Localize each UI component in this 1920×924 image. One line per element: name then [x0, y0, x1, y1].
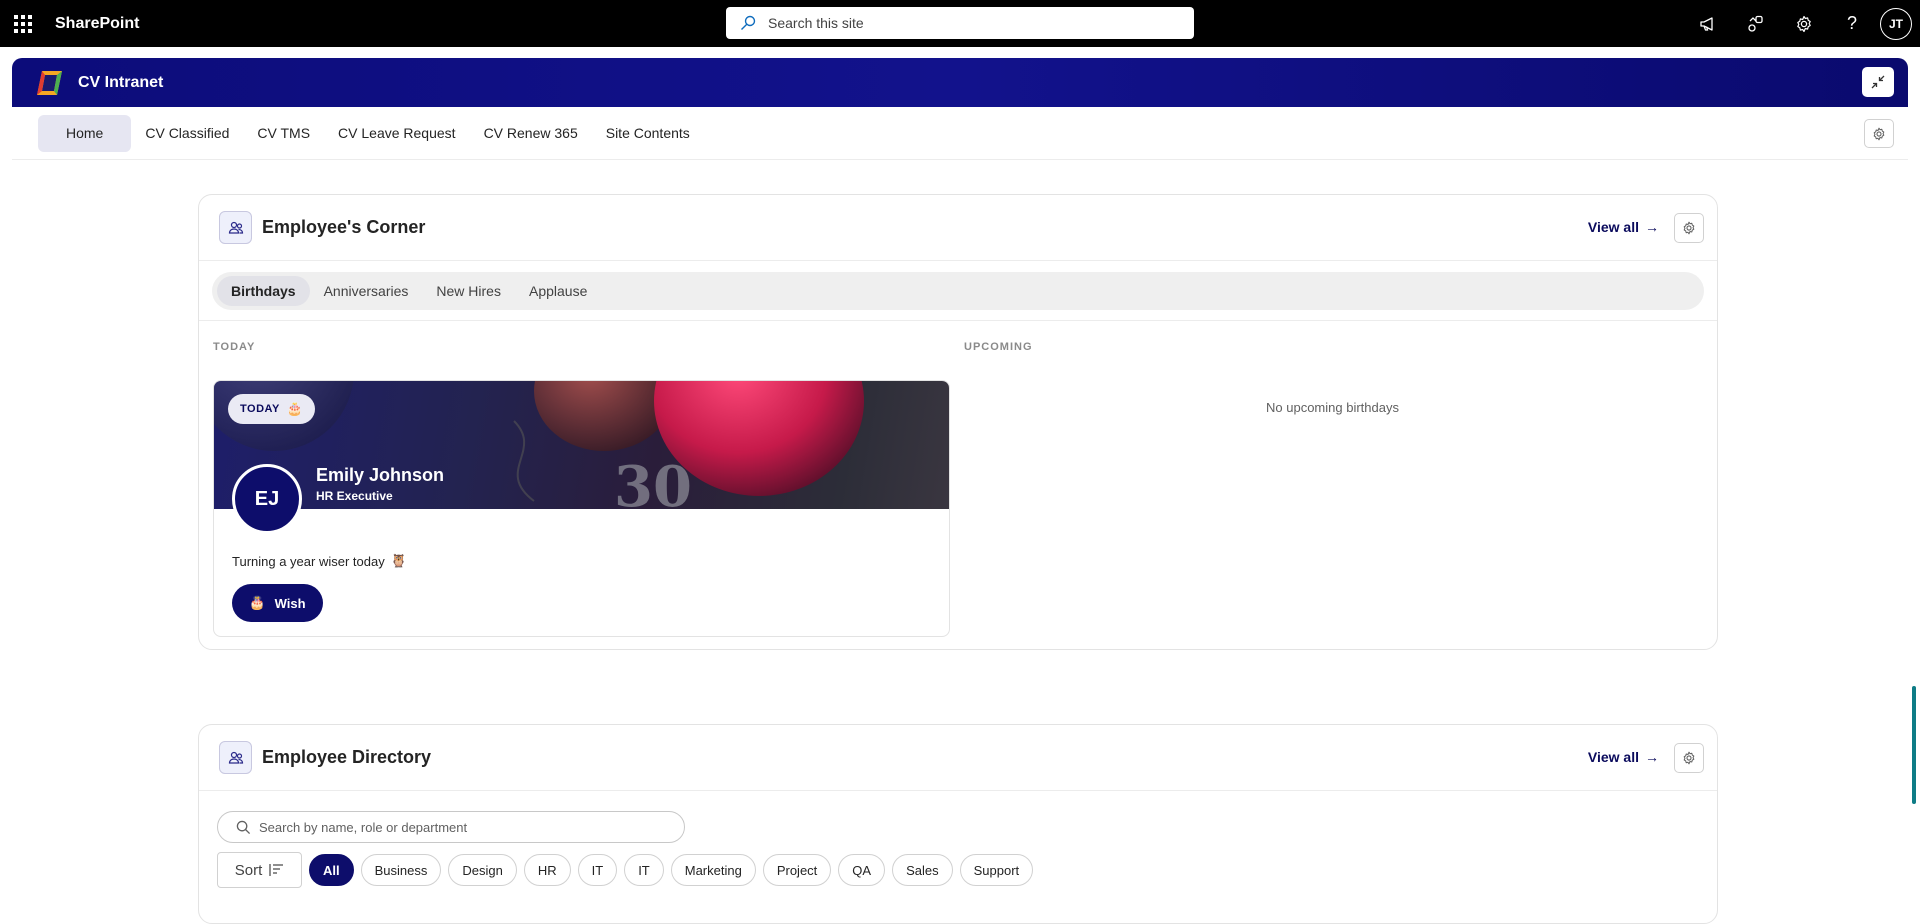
department-filters: Sort All Business Design HR IT IT Market… — [217, 852, 1034, 888]
filter-chip-design[interactable]: Design — [448, 854, 517, 886]
wish-label: Wish — [274, 595, 306, 611]
filter-chip-it[interactable]: IT — [577, 854, 618, 886]
wish-button[interactable]: 🎂 Wish — [232, 584, 323, 622]
arrow-right-icon: → — [1645, 219, 1659, 235]
filter-chip-marketing[interactable]: Marketing — [670, 854, 756, 886]
card-settings-button[interactable] — [1674, 743, 1704, 773]
nav-item-cv-classified[interactable]: CV Classified — [131, 115, 243, 152]
filter-chip-project[interactable]: Project — [762, 854, 832, 886]
nav-item-home[interactable]: Home — [38, 114, 132, 152]
site-navigation: Home CV Classified CV TMS CV Leave Reque… — [12, 107, 1908, 160]
search-placeholder: Search this site — [768, 15, 864, 31]
cake-icon: 🎂 — [286, 401, 304, 416]
filter-chip-all[interactable]: All — [309, 854, 354, 886]
employee-avatar[interactable]: EJ — [232, 464, 302, 534]
card-settings-button[interactable] — [1674, 213, 1704, 243]
settings-button[interactable] — [1780, 0, 1828, 47]
nav-item-site-contents[interactable]: Site Contents — [592, 115, 704, 152]
suite-bar: SharePoint Search this site ? JT — [0, 0, 1920, 47]
employee-role: HR Executive — [316, 489, 393, 503]
app-connect-button[interactable] — [1732, 0, 1780, 47]
tab-birthdays[interactable]: Birthdays — [217, 276, 310, 306]
filter-chip-hr[interactable]: HR — [523, 854, 571, 886]
view-all-link[interactable]: View all → — [1588, 749, 1659, 765]
site-header: CV Intranet — [12, 58, 1908, 107]
people-icon — [219, 741, 252, 774]
nav-item-cv-leave-request[interactable]: CV Leave Request — [324, 115, 470, 152]
card-title: Employee Directory — [262, 747, 432, 767]
waffle-icon — [14, 14, 32, 33]
sort-icon — [269, 864, 284, 876]
today-section-label: TODAY — [213, 341, 256, 353]
view-all-label: View all — [1587, 219, 1639, 235]
cake-icon: 🎂 — [249, 595, 266, 610]
arrow-right-icon: → — [1645, 749, 1659, 765]
no-upcoming-message: No upcoming birthdays — [1266, 400, 1399, 415]
tab-applause[interactable]: Applause — [515, 276, 601, 306]
site-search-box[interactable]: Search this site — [726, 7, 1194, 39]
site-logo[interactable] — [36, 69, 64, 97]
birthday-card: 30 TODAY 🎂 EJ Emily Johnson HR Executive… — [213, 380, 950, 637]
gear-icon — [1873, 127, 1885, 140]
question-mark-icon: ? — [1846, 13, 1857, 33]
card-header: Employee Directory View all → — [199, 725, 1717, 791]
filter-chip-sales[interactable]: Sales — [892, 854, 953, 886]
app-launcher-button[interactable] — [0, 0, 46, 47]
directory-search-input[interactable]: Search by name, role or department — [217, 811, 685, 843]
page-scrollbar[interactable] — [1912, 686, 1916, 804]
share-nodes-icon — [1748, 15, 1763, 32]
owl-icon: 🦉 — [390, 553, 407, 568]
app-name[interactable]: SharePoint — [55, 15, 139, 33]
megaphone-icon — [1700, 16, 1713, 31]
today-badge-label: TODAY — [240, 403, 280, 415]
filter-chip-support[interactable]: Support — [959, 854, 1034, 886]
card-title: Employee's Corner — [262, 217, 426, 237]
tab-anniversaries[interactable]: Anniversaries — [310, 276, 423, 306]
site-title[interactable]: CV Intranet — [78, 74, 163, 92]
upcoming-section-label: UPCOMING — [964, 341, 1033, 353]
nav-item-cv-tms[interactable]: CV TMS — [243, 115, 324, 152]
svg-text:30: 30 — [614, 454, 692, 509]
birthday-message-text: Turning a year wiser today — [232, 553, 385, 569]
view-all-label: View all — [1587, 749, 1639, 765]
search-icon — [236, 820, 251, 834]
card-header: Employee's Corner View all → — [199, 195, 1717, 261]
employee-name[interactable]: Emily Johnson — [316, 465, 444, 486]
gear-icon — [1683, 751, 1695, 765]
gear-icon — [1797, 15, 1811, 32]
sort-button[interactable]: Sort — [217, 852, 302, 888]
birthday-message: Turning a year wiser today 🦉 — [232, 553, 407, 569]
nav-settings-button[interactable] — [1864, 119, 1894, 148]
gear-icon — [1683, 221, 1695, 235]
employee-directory-card: Employee Directory View all → Search by … — [198, 724, 1718, 924]
nav-item-cv-renew-365[interactable]: CV Renew 365 — [470, 115, 592, 152]
directory-search-placeholder: Search by name, role or department — [259, 819, 468, 835]
view-all-link[interactable]: View all → — [1588, 219, 1659, 235]
employees-corner-card: Employee's Corner View all → Birthdays A… — [198, 194, 1718, 650]
divider — [199, 320, 1717, 321]
logo-icon — [37, 70, 62, 95]
search-icon — [741, 15, 756, 30]
tab-new-hires[interactable]: New Hires — [422, 276, 515, 306]
filter-chip-business[interactable]: Business — [360, 854, 442, 886]
collapse-icon — [1871, 75, 1885, 89]
corner-tabs: Birthdays Anniversaries New Hires Applau… — [212, 272, 1704, 310]
sort-label: Sort — [234, 861, 263, 879]
filter-chip-qa[interactable]: QA — [838, 854, 886, 886]
announcement-button[interactable] — [1684, 0, 1732, 47]
people-icon — [219, 211, 252, 244]
collapse-header-button[interactable] — [1862, 67, 1894, 97]
help-button[interactable]: ? — [1828, 0, 1876, 47]
today-badge: TODAY 🎂 — [228, 394, 316, 424]
user-avatar[interactable]: JT — [1880, 7, 1912, 40]
filter-chip-it-2[interactable]: IT — [624, 854, 664, 886]
